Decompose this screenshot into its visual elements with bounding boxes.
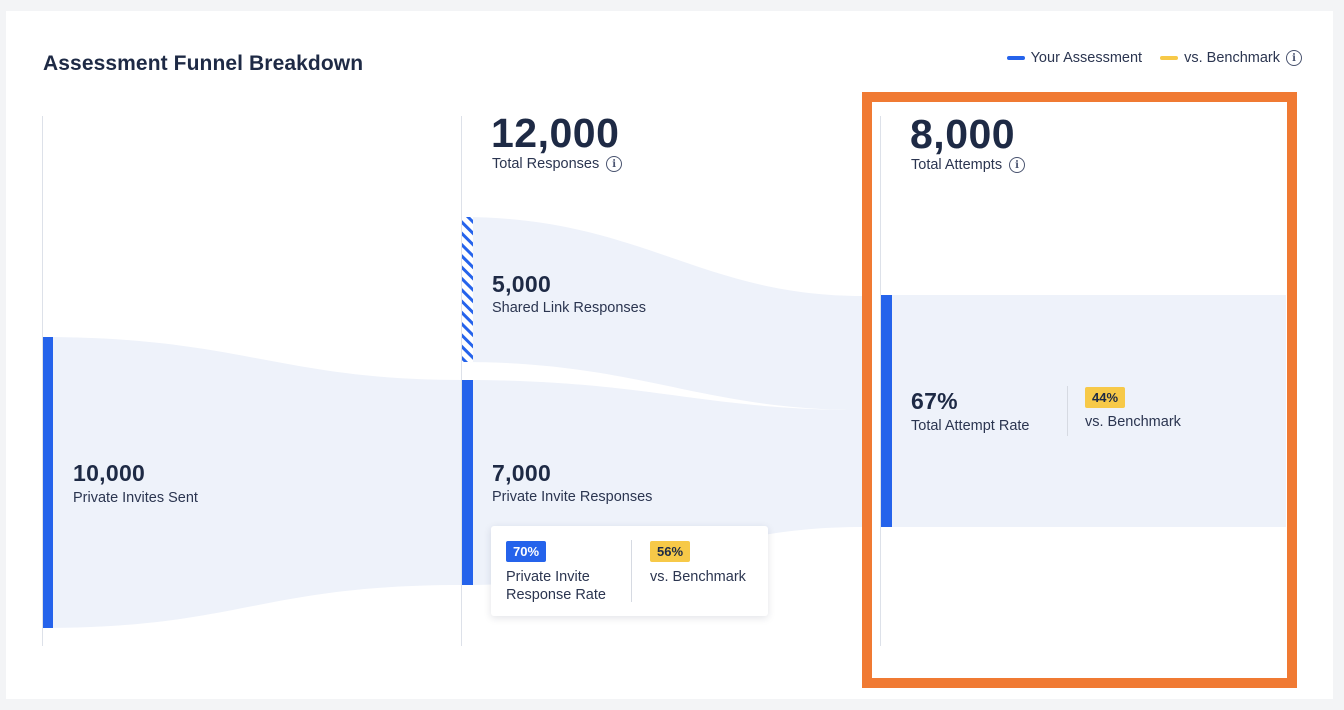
private-invite-benchmark-badge: 56% [650,541,691,562]
private-invites-sent-value: 10,000 [73,460,146,486]
private-invites-sent-label: Private Invites Sent [73,490,198,506]
private-invite-rate-card: 70% Private Invite Response Rate 56% vs.… [491,526,768,616]
total-responses-text: Total Responses [492,156,600,172]
tip-divider [631,540,632,602]
private-invite-benchmark-label: vs. Benchmark [650,569,746,585]
highlight-box [862,92,1297,688]
private-invite-rate-badge: 70% [506,541,547,562]
rate-label-line-2: Response Rate [506,587,606,603]
private-invite-responses-label: Private Invite Responses [492,489,653,505]
column-divider [42,116,43,646]
rate-label-line-1: Private Invite [506,569,590,585]
total-responses-label: Total Responses i [492,156,623,172]
bar-shared-link-responses [462,217,473,362]
shared-link-responses-value: 5,000 [492,271,552,297]
shared-link-responses-label: Shared Link Responses [492,300,646,316]
private-invite-rate-label: Private Invite Response Rate [506,568,606,604]
info-icon[interactable]: i [606,156,623,172]
bar-private-invites-sent [42,337,53,628]
total-responses-value: 12,000 [491,110,620,156]
column-divider [461,116,462,646]
private-invite-responses-value: 7,000 [492,460,552,486]
bar-private-invite-responses [462,380,473,585]
